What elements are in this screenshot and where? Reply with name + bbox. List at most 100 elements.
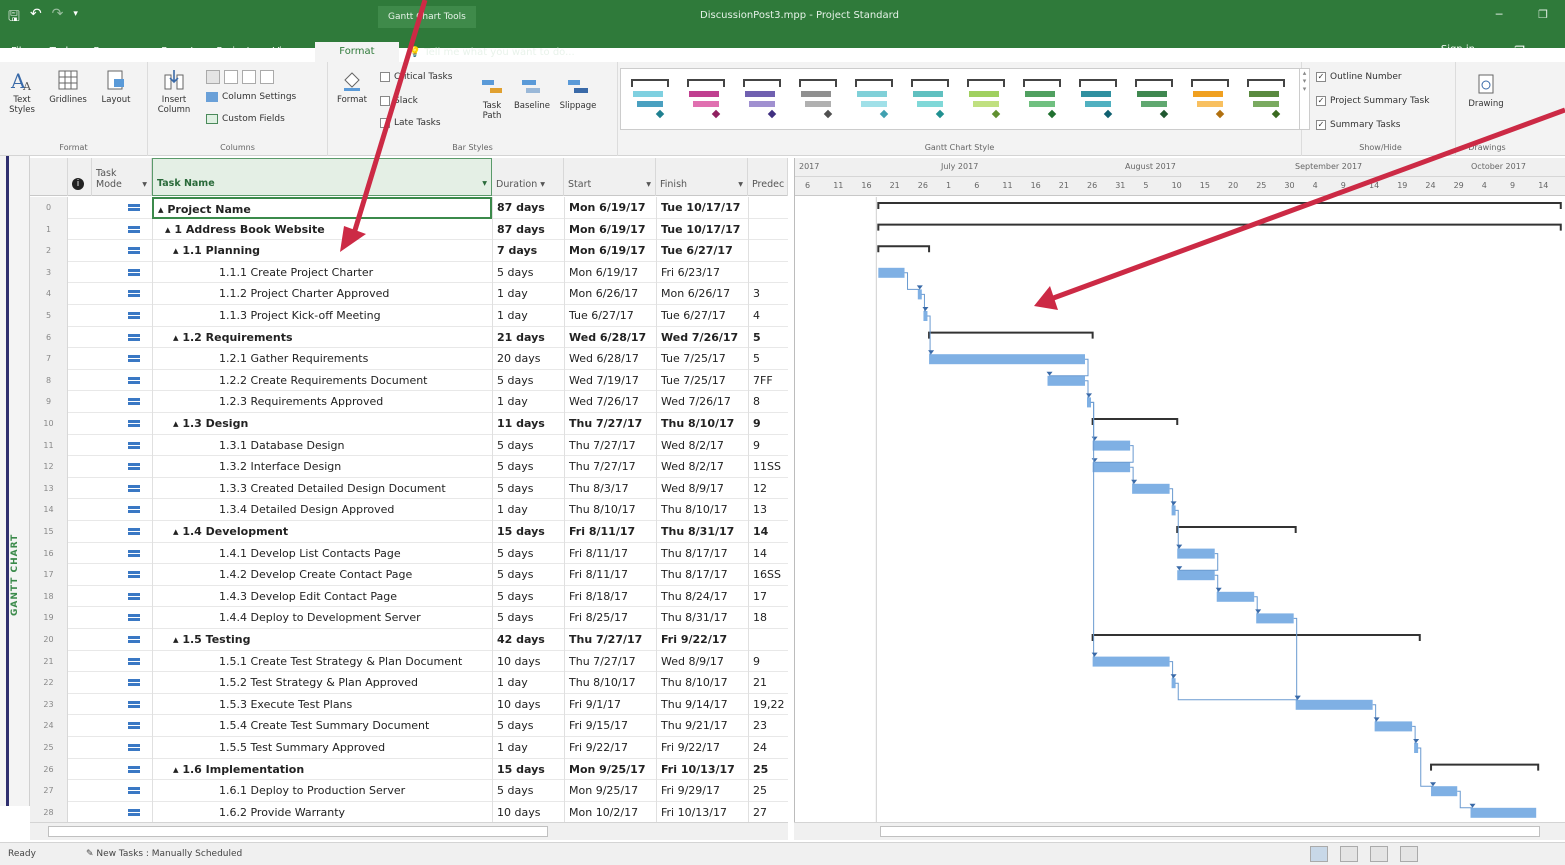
slack-check[interactable] bbox=[380, 96, 390, 106]
duration-cell[interactable]: 5 days bbox=[492, 585, 564, 608]
finish-cell[interactable]: Wed 8/2/17 bbox=[656, 434, 748, 457]
row-id[interactable]: 2 bbox=[30, 240, 68, 262]
predecessors-cell[interactable]: 25 bbox=[748, 758, 788, 781]
start-cell[interactable]: Fri 8/11/17 bbox=[564, 521, 656, 543]
team-planner-icon[interactable] bbox=[1370, 846, 1388, 862]
task-bar[interactable] bbox=[1216, 591, 1255, 602]
row-id[interactable]: 0 bbox=[30, 197, 68, 219]
gantt-hscroll[interactable] bbox=[794, 822, 1565, 840]
table-row[interactable]: 7 1.2.1 Gather Requirements 20 days Wed 6/2… bbox=[30, 348, 788, 370]
duration-cell[interactable]: 7 days bbox=[492, 240, 564, 262]
drawing-button[interactable]: Drawing bbox=[1464, 72, 1508, 109]
start-cell[interactable]: Thu 8/3/17 bbox=[564, 477, 656, 500]
insert-column-button[interactable]: Insert Column bbox=[154, 68, 194, 115]
table-row[interactable]: 1 ▴ 1 Address Book Website 87 days Mon 6/19… bbox=[30, 218, 788, 241]
column-settings-button[interactable]: Column Settings bbox=[206, 92, 296, 102]
table-row[interactable]: 25 1.5.5 Test Summary Approved 1 day Fri 9/… bbox=[30, 737, 788, 759]
task-name-cell[interactable]: 1.4.2 Develop Create Contact Page bbox=[152, 564, 492, 586]
finish-cell[interactable]: Thu 8/17/17 bbox=[656, 564, 748, 586]
finish-cell[interactable]: Thu 9/21/17 bbox=[656, 715, 748, 737]
finish-cell[interactable]: Tue 10/17/17 bbox=[656, 197, 748, 219]
undo-icon[interactable]: ↶ bbox=[30, 6, 42, 30]
customize-qat-icon[interactable]: ▾ bbox=[73, 9, 78, 30]
duration-cell[interactable]: 5 days bbox=[492, 434, 564, 457]
finish-cell[interactable]: Tue 7/25/17 bbox=[656, 348, 748, 370]
finish-cell[interactable]: Thu 9/14/17 bbox=[656, 693, 748, 716]
table-row[interactable]: 27 1.6.1 Deploy to Production Server 5 day… bbox=[30, 780, 788, 802]
start-cell[interactable]: Wed 7/19/17 bbox=[564, 369, 656, 392]
tab-task[interactable]: Task bbox=[39, 42, 83, 62]
start-cell[interactable]: Mon 9/25/17 bbox=[564, 780, 656, 802]
finish-cell[interactable]: Fri 9/29/17 bbox=[656, 780, 748, 802]
tell-me-box[interactable]: 💡 Tell me what you want to do... bbox=[409, 47, 575, 58]
task-mode-cell[interactable] bbox=[92, 564, 152, 586]
slippage-button[interactable]: Slippage bbox=[556, 74, 600, 111]
finish-cell[interactable]: Thu 8/24/17 bbox=[656, 585, 748, 608]
gantt-style-swatch[interactable] bbox=[1077, 75, 1119, 123]
row-id[interactable]: 26 bbox=[30, 758, 68, 781]
duration-cell[interactable]: 1 day bbox=[492, 499, 564, 521]
predecessors-cell[interactable]: 9 bbox=[748, 434, 788, 457]
task-name-cell[interactable]: 1.3.3 Created Detailed Design Document bbox=[152, 477, 492, 500]
start-cell[interactable]: Fri 9/1/17 bbox=[564, 693, 656, 716]
task-mode-cell[interactable] bbox=[92, 802, 152, 824]
start-cell[interactable]: Mon 6/26/17 bbox=[564, 283, 656, 305]
task-mode-cell[interactable] bbox=[92, 737, 152, 759]
duration-cell[interactable]: 20 days bbox=[492, 348, 564, 370]
task-bar[interactable] bbox=[1087, 397, 1091, 408]
task-mode-header[interactable]: Task Mode ▾ bbox=[92, 158, 152, 196]
duration-cell[interactable]: 5 days bbox=[492, 607, 564, 629]
task-name-cell[interactable]: 1.4.4 Deploy to Development Server bbox=[152, 607, 492, 629]
task-bar[interactable] bbox=[878, 267, 905, 278]
task-name-cell[interactable]: 1.5.5 Test Summary Approved bbox=[152, 737, 492, 759]
predecessors-cell[interactable]: 9 bbox=[748, 650, 788, 673]
task-name-cell[interactable]: ▴ 1.2 Requirements bbox=[152, 326, 492, 349]
gantt-style-swatch[interactable] bbox=[629, 75, 671, 123]
gantt-style-swatch[interactable] bbox=[1133, 75, 1175, 123]
gantt-style-swatch[interactable] bbox=[685, 75, 727, 123]
task-name-cell[interactable]: 1.2.2 Create Requirements Document bbox=[152, 369, 492, 392]
layout-button[interactable]: Layout bbox=[96, 68, 136, 105]
custom-fields-button[interactable]: Custom Fields bbox=[206, 114, 285, 124]
project-summary-check[interactable]: ✓ bbox=[1316, 96, 1326, 106]
summary-tasks-check[interactable]: ✓ bbox=[1316, 120, 1326, 130]
summary-bar[interactable] bbox=[1430, 763, 1540, 771]
predecessors-cell[interactable]: 4 bbox=[748, 305, 788, 327]
task-mode-cell[interactable] bbox=[92, 586, 152, 608]
task-name-cell[interactable]: 1.5.2 Test Strategy & Plan Approved bbox=[152, 672, 492, 694]
task-bar[interactable] bbox=[1171, 678, 1176, 689]
task-name-cell[interactable]: ▴ 1.5 Testing bbox=[152, 629, 492, 651]
task-mode-cell[interactable] bbox=[92, 521, 152, 543]
duration-cell[interactable]: 10 days bbox=[492, 693, 564, 716]
table-row[interactable]: 5 1.1.3 Project Kick-off Meeting 1 day Tue … bbox=[30, 305, 788, 327]
predecessors-cell[interactable]: 18 bbox=[748, 607, 788, 629]
gantt-style-swatch[interactable] bbox=[741, 75, 783, 123]
duration-cell[interactable]: 5 days bbox=[492, 564, 564, 586]
predecessors-cell[interactable]: 8 bbox=[748, 391, 788, 413]
task-mode-cell[interactable] bbox=[92, 672, 152, 694]
task-mode-cell[interactable] bbox=[92, 629, 152, 651]
start-cell[interactable]: Wed 7/26/17 bbox=[564, 391, 656, 413]
duration-cell[interactable]: 5 days bbox=[492, 261, 564, 284]
task-mode-cell[interactable] bbox=[92, 262, 152, 284]
ribbon-display-icon[interactable]: ❐ bbox=[1514, 44, 1525, 58]
task-name-cell[interactable]: 1.2.1 Gather Requirements bbox=[152, 348, 492, 370]
row-id[interactable]: 16 bbox=[30, 542, 68, 565]
duration-cell[interactable]: 10 days bbox=[492, 650, 564, 673]
gantt-scroll-thumb[interactable] bbox=[880, 826, 1540, 837]
start-cell[interactable]: Fri 9/15/17 bbox=[564, 715, 656, 737]
task-bar[interactable] bbox=[1132, 483, 1170, 494]
task-mode-cell[interactable] bbox=[92, 435, 152, 457]
align-center-icon[interactable] bbox=[224, 70, 238, 84]
finish-cell[interactable]: Thu 8/31/17 bbox=[656, 521, 748, 543]
predecessors-cell[interactable] bbox=[748, 240, 788, 262]
table-row[interactable]: 12 1.3.2 Interface Design 5 days Thu 7/27/1… bbox=[30, 456, 788, 478]
finish-cell[interactable]: Fri 9/22/17 bbox=[656, 629, 748, 651]
task-name-cell[interactable]: ▴ 1.4 Development bbox=[152, 521, 492, 543]
finish-cell[interactable]: Fri 6/23/17 bbox=[656, 261, 748, 284]
table-row[interactable]: 13 1.3.3 Created Detailed Design Document… bbox=[30, 477, 788, 500]
duration-cell[interactable]: 87 days bbox=[492, 197, 564, 219]
task-bar[interactable] bbox=[1047, 375, 1085, 386]
table-row[interactable]: 19 1.4.4 Deploy to Development Server 5 da… bbox=[30, 607, 788, 629]
task-name-cell[interactable]: 1.1.2 Project Charter Approved bbox=[152, 283, 492, 305]
